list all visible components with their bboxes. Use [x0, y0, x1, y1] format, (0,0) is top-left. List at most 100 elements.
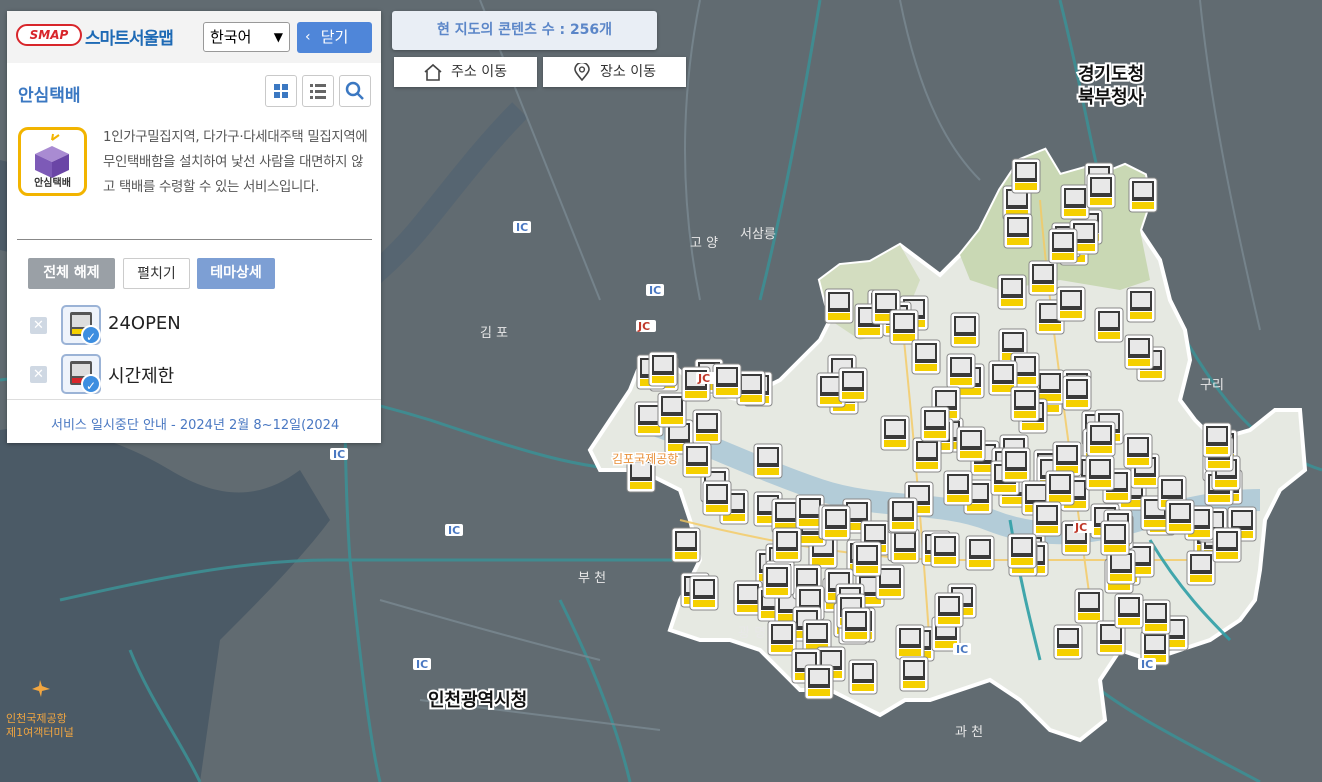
map-label-incheon-airport-2: 제1여객터미널	[6, 726, 74, 739]
category-item-time-limited[interactable]: ✕ ✓ 시간제한	[28, 352, 368, 396]
locker-marker[interactable]	[804, 664, 834, 700]
locker-marker[interactable]	[1165, 499, 1195, 535]
locker-marker[interactable]	[889, 309, 919, 345]
locker-marker[interactable]	[692, 409, 722, 445]
locker-marker[interactable]	[753, 443, 783, 479]
list-icon	[310, 84, 326, 99]
expand-button[interactable]: 펼치기	[123, 258, 190, 289]
locker-marker[interactable]	[852, 541, 882, 577]
map-label-goyang: 고 양	[690, 236, 718, 251]
locker-marker[interactable]	[888, 497, 918, 533]
locker-marker[interactable]	[1186, 550, 1216, 586]
locker-marker[interactable]	[1086, 173, 1116, 209]
locker-marker[interactable]	[762, 563, 792, 599]
locker-marker[interactable]	[1100, 520, 1130, 556]
ic-label: IC	[413, 658, 431, 671]
deselect-all-button[interactable]: 전체 해제	[28, 258, 115, 289]
locker-marker[interactable]	[712, 363, 742, 399]
locker-marker[interactable]	[911, 339, 941, 375]
locker-marker[interactable]	[920, 406, 950, 442]
language-select[interactable]: 한국어 ▼	[203, 22, 290, 52]
grid-view-button[interactable]	[265, 75, 297, 107]
locker-marker[interactable]	[1126, 287, 1156, 323]
locker-marker[interactable]	[1062, 375, 1092, 411]
locker-marker[interactable]	[943, 470, 973, 506]
locker-marker[interactable]	[1128, 177, 1158, 213]
locker-marker[interactable]	[1007, 533, 1037, 569]
locker-marker[interactable]	[997, 274, 1027, 310]
location-pin-icon	[574, 63, 590, 81]
locker-marker[interactable]	[1123, 433, 1153, 469]
locker-marker[interactable]	[965, 535, 995, 571]
close-icon[interactable]: ✕	[30, 317, 47, 334]
svg-text:JC: JC	[1074, 521, 1087, 534]
close-label: 닫기	[320, 28, 349, 46]
smap-logo[interactable]: SMAP	[16, 24, 82, 46]
svg-text:JC: JC	[697, 372, 710, 385]
notice-link[interactable]: 서비스 일시중단 안내 - 2024년 2월 8~12일(2024	[51, 414, 375, 433]
address-move-button[interactable]: 주소 이동	[394, 57, 537, 87]
locker-marker[interactable]	[702, 480, 732, 516]
close-panel-button[interactable]: ‹ 닫기	[297, 22, 372, 53]
locker-marker[interactable]	[1053, 624, 1083, 660]
locker-marker[interactable]	[682, 442, 712, 478]
locker-marker[interactable]	[1010, 386, 1040, 422]
jc-label: JC	[1073, 521, 1093, 534]
locker-marker[interactable]	[689, 575, 719, 611]
close-icon[interactable]: ✕	[30, 366, 47, 383]
locker-marker[interactable]	[1011, 158, 1041, 194]
locker-marker[interactable]	[671, 527, 701, 563]
theme-detail-button[interactable]: 테마상세	[197, 258, 275, 289]
place-move-button[interactable]: 장소 이동	[543, 57, 686, 87]
locker-marker[interactable]	[956, 426, 986, 462]
ic-label: IC	[330, 448, 348, 461]
address-move-label: 주소 이동	[451, 64, 507, 80]
locker-marker[interactable]	[895, 624, 925, 660]
locker-marker[interactable]	[934, 592, 964, 628]
list-view-button[interactable]	[302, 75, 334, 107]
locker-marker[interactable]	[1074, 588, 1104, 624]
locker-marker[interactable]	[838, 367, 868, 403]
locker-marker[interactable]	[1141, 599, 1171, 635]
locker-marker[interactable]	[1124, 334, 1154, 370]
svg-text:IC: IC	[956, 643, 968, 656]
map-label-seosamneung: 서삼릉	[740, 227, 776, 242]
locker-marker[interactable]	[848, 659, 878, 695]
locker-marker[interactable]	[1056, 286, 1086, 322]
locker-marker[interactable]	[1048, 228, 1078, 264]
locker-marker[interactable]	[1202, 422, 1232, 458]
locker-marker[interactable]	[1045, 470, 1075, 506]
locker-marker[interactable]	[946, 353, 976, 389]
app-title[interactable]: 스마트서울맵	[85, 24, 174, 49]
locker-marker[interactable]	[772, 527, 802, 563]
locker-marker[interactable]	[1028, 260, 1058, 296]
locker-marker[interactable]	[880, 415, 910, 451]
check-icon: ✓	[81, 374, 101, 394]
theme-title: 안심택배	[18, 86, 81, 106]
locker-marker[interactable]	[1003, 213, 1033, 249]
locker-marker[interactable]	[1094, 307, 1124, 343]
locker-marker[interactable]	[841, 607, 871, 643]
locker-marker[interactable]	[1032, 501, 1062, 537]
locker-marker[interactable]	[912, 437, 942, 473]
locker-marker[interactable]	[1114, 593, 1144, 629]
ic-label: IC	[953, 643, 971, 656]
locker-marker[interactable]	[1001, 447, 1031, 483]
locker-marker[interactable]	[899, 656, 929, 692]
locker-marker[interactable]	[950, 312, 980, 348]
parcel-box-label: 안심택배	[34, 178, 71, 189]
locker-marker[interactable]	[1086, 421, 1116, 457]
locker-marker[interactable]	[1212, 527, 1242, 563]
locker-marker[interactable]	[824, 288, 854, 324]
search-button[interactable]	[339, 75, 371, 107]
locker-marker[interactable]	[767, 620, 797, 656]
locker-marker[interactable]	[890, 528, 920, 564]
category-item-24open[interactable]: ✕ ✓ 24OPEN	[28, 303, 368, 347]
locker-marker[interactable]	[1085, 455, 1115, 491]
service-notice[interactable]: 서비스 일시중단 안내 - 2024년 2월 8~12일(2024	[7, 399, 381, 443]
locker-marker[interactable]	[930, 532, 960, 568]
locker-marker[interactable]	[1060, 184, 1090, 220]
locker-marker[interactable]	[648, 351, 678, 387]
locker-marker[interactable]	[821, 505, 851, 541]
ic-label: IC	[513, 221, 531, 234]
